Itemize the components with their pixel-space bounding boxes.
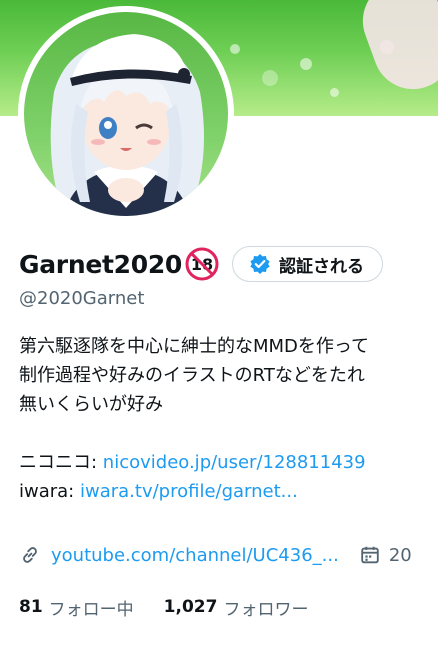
bio-line: 無いくらいが好み <box>19 394 163 415</box>
nico-link[interactable]: nicovideo.jp/user/128811439 <box>103 452 366 473</box>
followers-count: 1,027 <box>163 597 218 617</box>
banner-figure <box>351 0 438 101</box>
user-handle: @2020Garnet <box>19 288 145 309</box>
verify-button[interactable]: 認証される <box>232 246 384 282</box>
nico-label: ニコニコ: <box>19 452 103 473</box>
following-count: 81 <box>19 597 43 617</box>
follow-stats: 81 フォロー中 1,027 フォロワー <box>19 592 308 622</box>
bio-line: 制作過程や好みのイラストのRTなどをたれ <box>19 365 365 386</box>
banner-bokeh <box>262 70 278 86</box>
display-name: Garnet2020 <box>19 249 183 279</box>
following-label: フォロー中 <box>48 599 134 620</box>
name-row: Garnet2020 18 認証される <box>19 244 384 284</box>
calendar-icon <box>359 544 381 566</box>
joined-date: 20 <box>388 544 412 566</box>
profile-meta: youtube.com/channel/UC436_... 20 <box>19 540 412 570</box>
bio-line: 第六駆逐隊を中心に紳士的なMMDを作って <box>19 336 370 357</box>
avatar-illustration <box>50 34 205 216</box>
bio-spacer <box>19 419 438 448</box>
verified-badge-icon <box>249 253 271 275</box>
iwara-link[interactable]: iwara.tv/profile/garnet... <box>80 481 298 502</box>
bio-iwara-line: iwara: iwara.tv/profile/garnet... <box>19 477 438 506</box>
verify-button-label: 認証される <box>279 256 365 277</box>
avatar-frame[interactable] <box>18 6 234 222</box>
iwara-label: iwara: <box>19 481 80 502</box>
banner-bokeh <box>300 58 312 70</box>
banner-bokeh <box>330 88 339 97</box>
followers-label: フォロワー <box>223 599 309 620</box>
profile-bio: 第六駆逐隊を中心に紳士的なMMDを作って 制作過程や好みのイラストのRTなどをた… <box>19 332 438 506</box>
bio-nico-line: ニコニコ: nicovideo.jp/user/128811439 <box>19 448 438 477</box>
link-icon <box>19 544 41 566</box>
followers-link[interactable]: 1,027 フォロワー <box>164 595 309 620</box>
following-link[interactable]: 81 フォロー中 <box>19 595 134 620</box>
banner-bokeh <box>230 44 240 54</box>
website-link[interactable]: youtube.com/channel/UC436_... <box>51 545 339 566</box>
no-18-icon: 18 <box>184 246 220 282</box>
avatar[interactable] <box>24 12 228 216</box>
